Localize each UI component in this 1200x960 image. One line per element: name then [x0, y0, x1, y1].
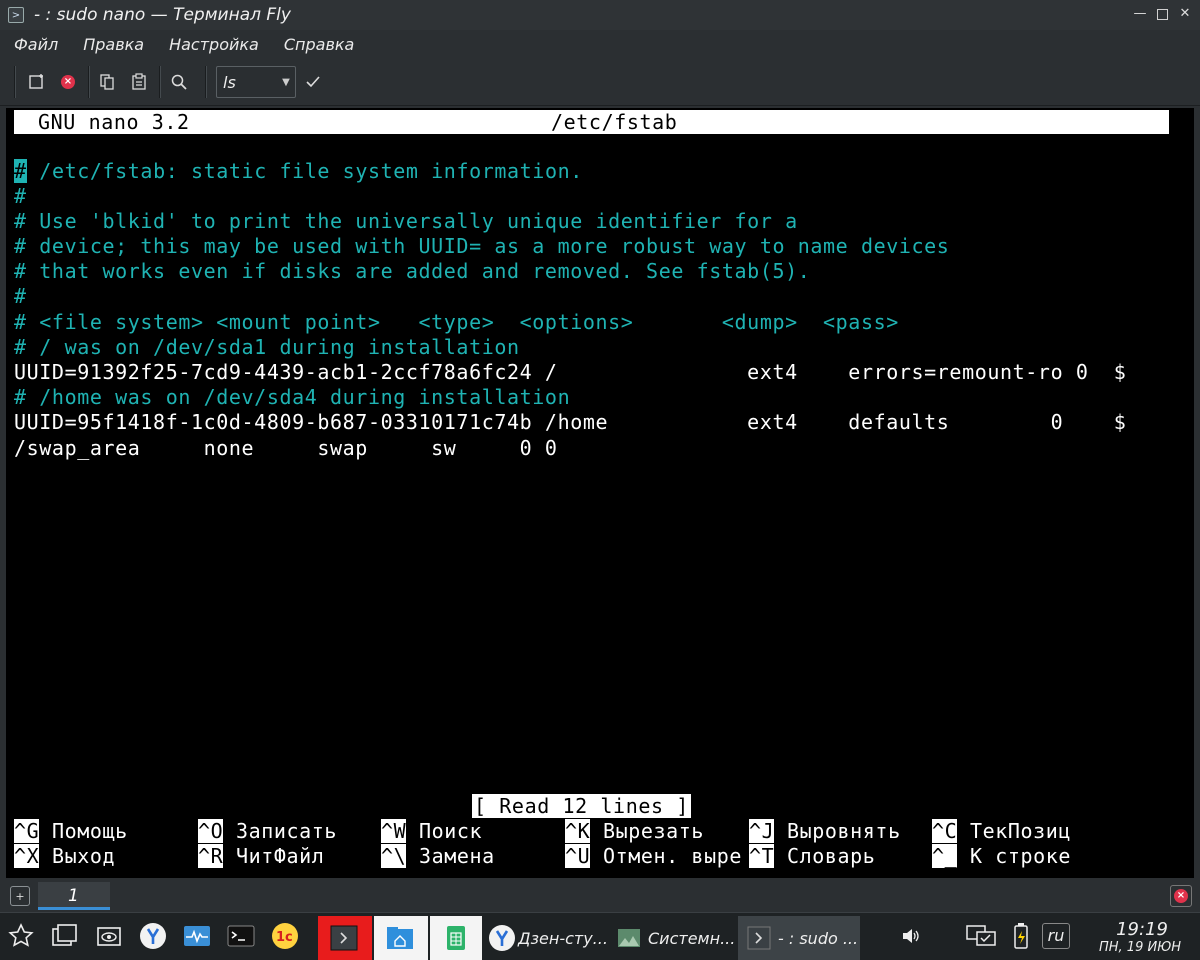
system-monitor-icon[interactable] — [182, 921, 212, 951]
shortcut-replace[interactable]: ^\ Замена — [381, 844, 495, 869]
paste-icon[interactable] — [128, 71, 150, 93]
battery-icon[interactable] — [1006, 921, 1036, 951]
shortcut-row-2: ^X Выход ^R ЧитФайл ^\ Замена ^U Отмен. … — [14, 844, 1070, 869]
status-message: [ Read 12 lines ] — [472, 794, 691, 818]
new-tab-icon[interactable] — [26, 71, 48, 93]
menu-help[interactable]: Справка — [284, 35, 355, 54]
volume-icon[interactable] — [896, 921, 926, 951]
tab-label: 1 — [68, 886, 79, 906]
shortcut-exit[interactable]: ^X Выход — [14, 844, 115, 869]
task-file-manager[interactable] — [374, 916, 428, 960]
svg-text:1c: 1c — [276, 930, 293, 945]
task-sudo-nano-active[interactable]: - : sudo ... — [738, 916, 860, 960]
windows-switcher-icon[interactable] — [50, 921, 80, 951]
copy-icon[interactable] — [96, 71, 118, 93]
chevron-down-icon: ▼ — [282, 76, 290, 88]
title-bar: > - : sudo nano — Терминал Fly — ✕ — [0, 0, 1200, 30]
terminal-area[interactable]: GNU nano 3.2/etc/fstab # /etc/fstab: sta… — [6, 108, 1194, 878]
task-label: Системн... — [648, 928, 736, 948]
terminal-launcher-icon[interactable] — [226, 921, 256, 951]
file-line-4: # device; this may be used with UUID= as… — [14, 234, 950, 258]
close-tab-button[interactable]: × — [1170, 885, 1192, 907]
star-menu-icon[interactable] — [6, 921, 36, 951]
menu-edit[interactable]: Правка — [83, 35, 144, 54]
shortcut-spell[interactable]: ^T Словарь — [749, 844, 875, 869]
task-label: - : sudo ... — [778, 928, 859, 948]
menu-file[interactable]: Файл — [14, 35, 58, 54]
file-line-9: UUID=91392f25-7cd9-4439-acb1-2ccf78a6fc2… — [14, 360, 1127, 384]
terminal-app-icon[interactable]: > — [8, 7, 24, 23]
window-title: - : sudo nano — Терминал Fly — [34, 5, 291, 25]
shortcut-curpos[interactable]: ^C ТекПозиц — [932, 819, 1071, 844]
file-line-3: # Use 'blkid' to print the universally u… — [14, 209, 798, 233]
task-label: Дзен-сту... — [518, 928, 608, 948]
file-line-12: /swap_area none swap sw 0 0 — [14, 436, 558, 460]
terminal-tab-bar: + 1 × — [0, 880, 1200, 912]
shortcut-uncut[interactable]: ^U Отмен. выре — [565, 844, 742, 869]
minimize-button[interactable]: — — [1133, 7, 1147, 21]
maximize-button[interactable] — [1157, 9, 1168, 20]
file-line-5: # that works even if disks are added and… — [14, 259, 811, 283]
file-line-2: # — [14, 184, 27, 208]
text-cursor: # — [14, 159, 27, 183]
close-icon: × — [1174, 889, 1188, 903]
nano-version: GNU nano 3.2 — [38, 110, 190, 134]
command-select-value: ls — [223, 72, 236, 92]
file-line-7: # <file system> <mount point> <type> <op… — [14, 310, 899, 334]
shortcut-readfile[interactable]: ^R ЧитФайл — [198, 844, 324, 869]
menu-settings[interactable]: Настройка — [169, 35, 259, 54]
shortcut-search[interactable]: ^W Поиск — [381, 819, 482, 844]
task-yandex-dzen[interactable]: Дзен-сту... — [484, 916, 608, 960]
task-spreadsheet[interactable] — [430, 916, 482, 960]
file-line-10: # /home was on /dev/sda4 during installa… — [14, 385, 571, 409]
shortcut-goto-line[interactable]: ^_ К строке — [932, 844, 1071, 869]
shortcut-write[interactable]: ^O Записать — [198, 819, 337, 844]
file-line-11: UUID=95f1418f-1c0d-4809-b687-03310171c74… — [14, 410, 1127, 434]
new-tab-button[interactable]: + — [10, 886, 30, 906]
execute-check-icon[interactable] — [302, 71, 324, 93]
keyboard-layout-indicator[interactable]: ru — [1042, 923, 1070, 949]
1c-icon[interactable]: 1c — [270, 921, 300, 951]
search-icon[interactable] — [168, 71, 190, 93]
task-system[interactable]: Системн... — [612, 916, 736, 960]
file-manager-eye-icon[interactable] — [94, 921, 124, 951]
close-button[interactable]: ✕ — [1178, 7, 1192, 21]
nano-filename: /etc/fstab — [551, 110, 678, 134]
file-line-6: # — [14, 284, 27, 308]
shortcut-row-1: ^G Помощь ^O Записать ^W Поиск ^K Выреза… — [14, 819, 1070, 844]
tab-1[interactable]: 1 — [38, 882, 110, 910]
network-icon[interactable] — [966, 921, 996, 951]
menu-bar: Файл Правка Настройка Справка — [0, 30, 1200, 58]
yandex-browser-icon[interactable] — [138, 921, 168, 951]
shortcut-help[interactable]: ^G Помощь — [14, 819, 128, 844]
close-tab-icon[interactable]: × — [57, 71, 79, 93]
shortcut-justify[interactable]: ^J Выровнять — [749, 819, 901, 844]
taskbar: 1c Дзен-сту... Системн... - : sudo ... r… — [0, 912, 1200, 960]
clock-time[interactable]: 19:19 — [1092, 919, 1192, 940]
toolbar: × — [0, 58, 1200, 106]
task-terminal-red[interactable] — [318, 916, 372, 960]
shortcut-cut[interactable]: ^K Вырезать — [565, 819, 704, 844]
command-select[interactable]: ls ▼ — [216, 66, 296, 98]
clock-date[interactable]: ПН, 19 ИЮН — [1088, 940, 1192, 955]
nano-header: GNU nano 3.2/etc/fstab — [14, 110, 1169, 134]
file-line-8: # / was on /dev/sda1 during installation — [14, 335, 520, 359]
file-line-1: # /etc/fstab: static file system informa… — [14, 159, 583, 183]
